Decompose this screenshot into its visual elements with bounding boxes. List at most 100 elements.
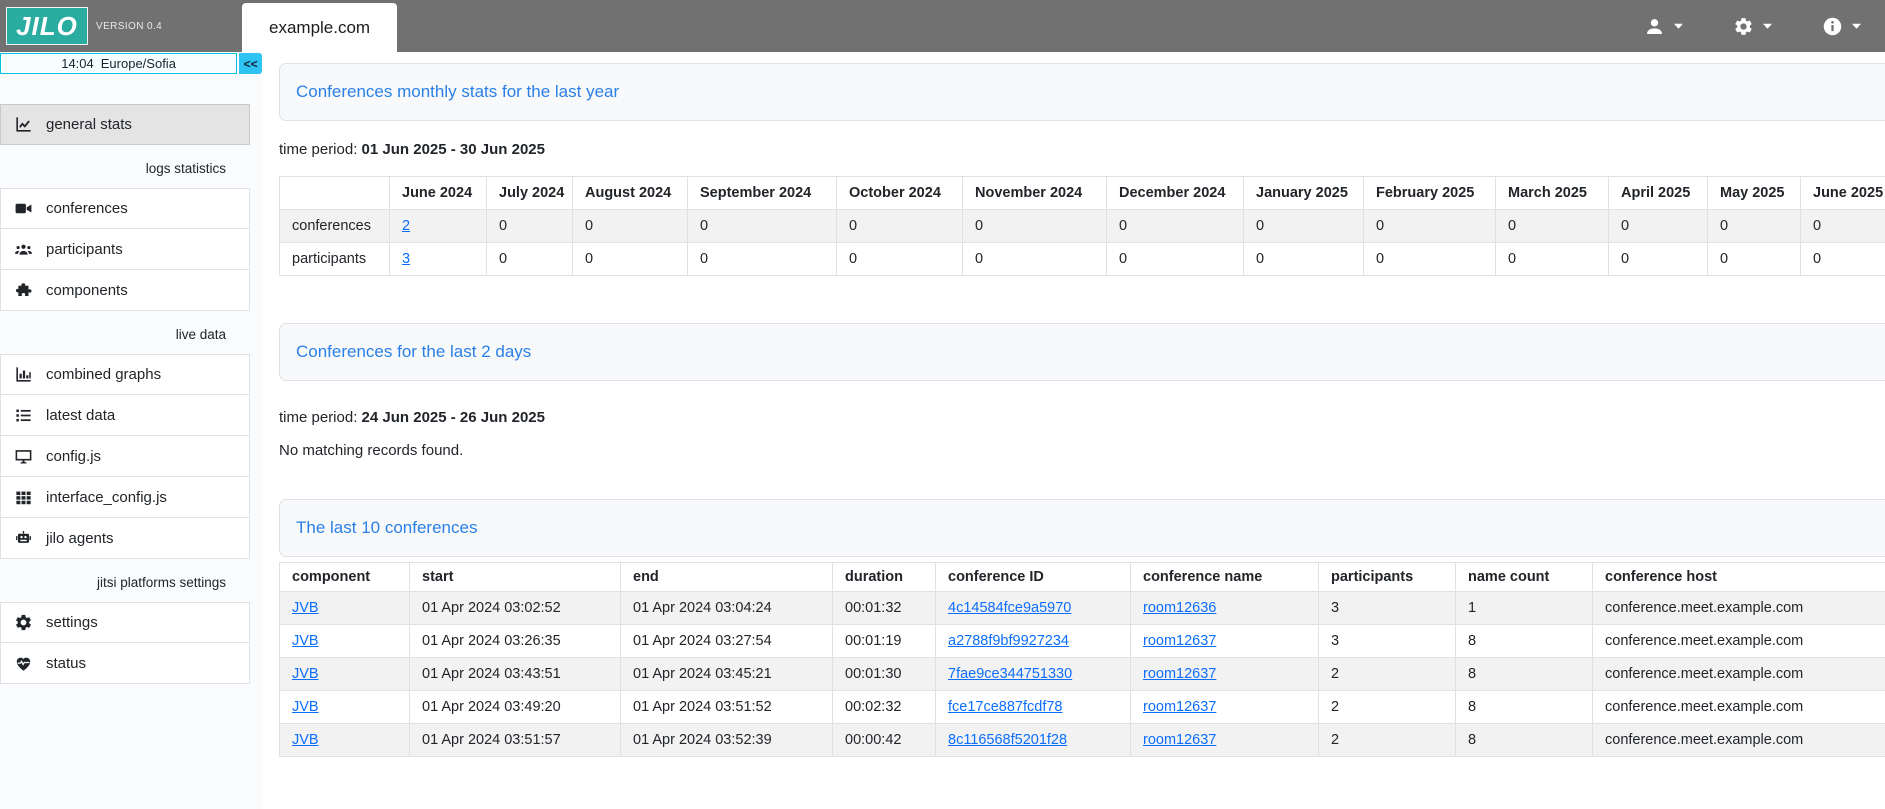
cell-link-jvb[interactable]: JVB <box>292 699 319 715</box>
cell-link-jvb[interactable]: JVB <box>292 600 319 616</box>
table-cell: 3 <box>1319 625 1456 658</box>
section-title-text: Conferences for the last 2 days <box>296 342 531 362</box>
chevron-down-icon <box>1674 23 1683 29</box>
sidebar-item-settings[interactable]: settings <box>0 602 250 643</box>
table-cell: 0 <box>1801 243 1885 276</box>
settings-menu[interactable] <box>1733 16 1772 37</box>
sidebar-item-label: interface_config.js <box>46 489 167 506</box>
cell-link-room12636[interactable]: room12636 <box>1143 600 1216 616</box>
sidebar-item-latest-data[interactable]: latest data <box>0 395 250 436</box>
sidebar-item-label: components <box>46 282 128 299</box>
cell-link-jvb[interactable]: JVB <box>292 666 319 682</box>
table-cell: 0 <box>573 243 688 276</box>
sidebar-item-label: latest data <box>46 407 115 424</box>
column-header-april-2025: April 2025 <box>1609 177 1708 210</box>
cell-link-jvb[interactable]: JVB <box>292 633 319 649</box>
table-row: JVB01 Apr 2024 03:02:5201 Apr 2024 03:04… <box>280 592 1885 625</box>
table-cell: 0 <box>1244 210 1364 243</box>
table-cell: 0 <box>837 210 963 243</box>
table-cell: 1 <box>1456 592 1593 625</box>
table-cell: 0 <box>963 210 1107 243</box>
app-logo[interactable]: JILO <box>6 7 88 45</box>
robot-icon <box>14 529 33 548</box>
table-cell: 00:00:42 <box>833 724 936 757</box>
column-header-march-2025: March 2025 <box>1496 177 1609 210</box>
cell-link-a2788f9bf9927234[interactable]: a2788f9bf9927234 <box>948 633 1069 649</box>
time-period-label: time period: <box>279 409 357 426</box>
sidebar-item-combined-graphs[interactable]: combined graphs <box>0 354 250 395</box>
section-title-last-2-days: Conferences for the last 2 days <box>279 323 1885 381</box>
table-cell: JVB <box>280 691 410 724</box>
table-cell: 8 <box>1456 625 1593 658</box>
table-cell: 0 <box>1496 243 1609 276</box>
sidebar-item-label: participants <box>46 241 123 258</box>
table-cell: 0 <box>1107 210 1244 243</box>
column-header-august-2024: August 2024 <box>573 177 688 210</box>
cell-link-room12637[interactable]: room12637 <box>1143 633 1216 649</box>
cell-link-4c14584fce9a5970[interactable]: 4c14584fce9a5970 <box>948 600 1071 616</box>
heart-pulse-icon <box>14 654 33 673</box>
sidebar-collapse-button[interactable]: << <box>239 53 262 74</box>
column-header-june-2025: June 2025 <box>1801 177 1885 210</box>
column-header-component: component <box>280 563 410 592</box>
platform-tab-example-com[interactable]: example.com <box>242 3 397 52</box>
table-cell: 01 Apr 2024 03:04:24 <box>621 592 833 625</box>
table-cell: 2 <box>390 210 487 243</box>
sidebar-item-interface-config-js[interactable]: interface_config.js <box>0 477 250 518</box>
table-cell: 00:01:30 <box>833 658 936 691</box>
table-cell: 0 <box>1609 243 1708 276</box>
table-cell: JVB <box>280 658 410 691</box>
column-header-conference-host: conference host <box>1593 563 1885 592</box>
sidebar-item-participants[interactable]: participants <box>0 229 250 270</box>
table-cell: 3 <box>1319 592 1456 625</box>
sidebar-item-components[interactable]: components <box>0 270 250 311</box>
table-header-row: componentstartenddurationconference IDco… <box>280 563 1885 592</box>
sidebar-item-label: config.js <box>46 448 101 465</box>
table-cell: conferences <box>280 210 390 243</box>
cell-link-room12637[interactable]: room12637 <box>1143 699 1216 715</box>
table-cell: 01 Apr 2024 03:26:35 <box>410 625 621 658</box>
cell-link-jvb[interactable]: JVB <box>292 732 319 748</box>
table-cell: 0 <box>1496 210 1609 243</box>
info-icon <box>1822 16 1843 37</box>
column-header-december-2024: December 2024 <box>1107 177 1244 210</box>
column-header-june-2024: June 2024 <box>390 177 487 210</box>
info-menu[interactable] <box>1822 16 1861 37</box>
list-icon <box>14 406 33 425</box>
table-cell: 0 <box>1364 243 1496 276</box>
table-cell: 0 <box>1244 243 1364 276</box>
column-header-october-2024: October 2024 <box>837 177 963 210</box>
table-cell: 4c14584fce9a5970 <box>936 592 1131 625</box>
table-cell: room12637 <box>1131 658 1319 691</box>
table-cell: 0 <box>487 243 573 276</box>
cell-link-7fae9ce344751330[interactable]: 7fae9ce344751330 <box>948 666 1072 682</box>
table-cell: 01 Apr 2024 03:51:57 <box>410 724 621 757</box>
table-row: JVB01 Apr 2024 03:49:2001 Apr 2024 03:51… <box>280 691 1885 724</box>
table-cell: 00:02:32 <box>833 691 936 724</box>
cell-link-3[interactable]: 3 <box>402 251 410 267</box>
cell-link-2[interactable]: 2 <box>402 218 410 234</box>
sidebar-group: settingsstatus <box>0 602 250 684</box>
table-row: conferences2000000000000 <box>280 210 1885 243</box>
user-menu[interactable] <box>1644 16 1683 37</box>
table-cell: JVB <box>280 625 410 658</box>
local-time-display: 14:04 Europe/Sofia <box>0 53 237 74</box>
table-cell: room12637 <box>1131 691 1319 724</box>
chevron-down-icon <box>1763 23 1772 29</box>
cell-link-room12637[interactable]: room12637 <box>1143 732 1216 748</box>
column-header-duration: duration <box>833 563 936 592</box>
sidebar-item-status[interactable]: status <box>0 643 250 684</box>
section-title-last-10-conferences: The last 10 conferences <box>279 499 1885 557</box>
section-title-text: The last 10 conferences <box>296 518 477 538</box>
topbar-menus <box>1644 16 1885 37</box>
table-cell: 3 <box>390 243 487 276</box>
cell-link-room12637[interactable]: room12637 <box>1143 666 1216 682</box>
sidebar-item-label: combined graphs <box>46 366 161 383</box>
table-cell: conference.meet.example.com <box>1593 658 1885 691</box>
sidebar-item-jilo-agents[interactable]: jilo agents <box>0 518 250 559</box>
cell-link-fce17ce887fcdf78[interactable]: fce17ce887fcdf78 <box>948 699 1062 715</box>
sidebar-item-conferences[interactable]: conferences <box>0 188 250 229</box>
sidebar-item-general-stats[interactable]: general stats <box>0 104 250 145</box>
cell-link-8c116568f5201f28[interactable]: 8c116568f5201f28 <box>948 732 1067 748</box>
sidebar-item-config-js[interactable]: config.js <box>0 436 250 477</box>
